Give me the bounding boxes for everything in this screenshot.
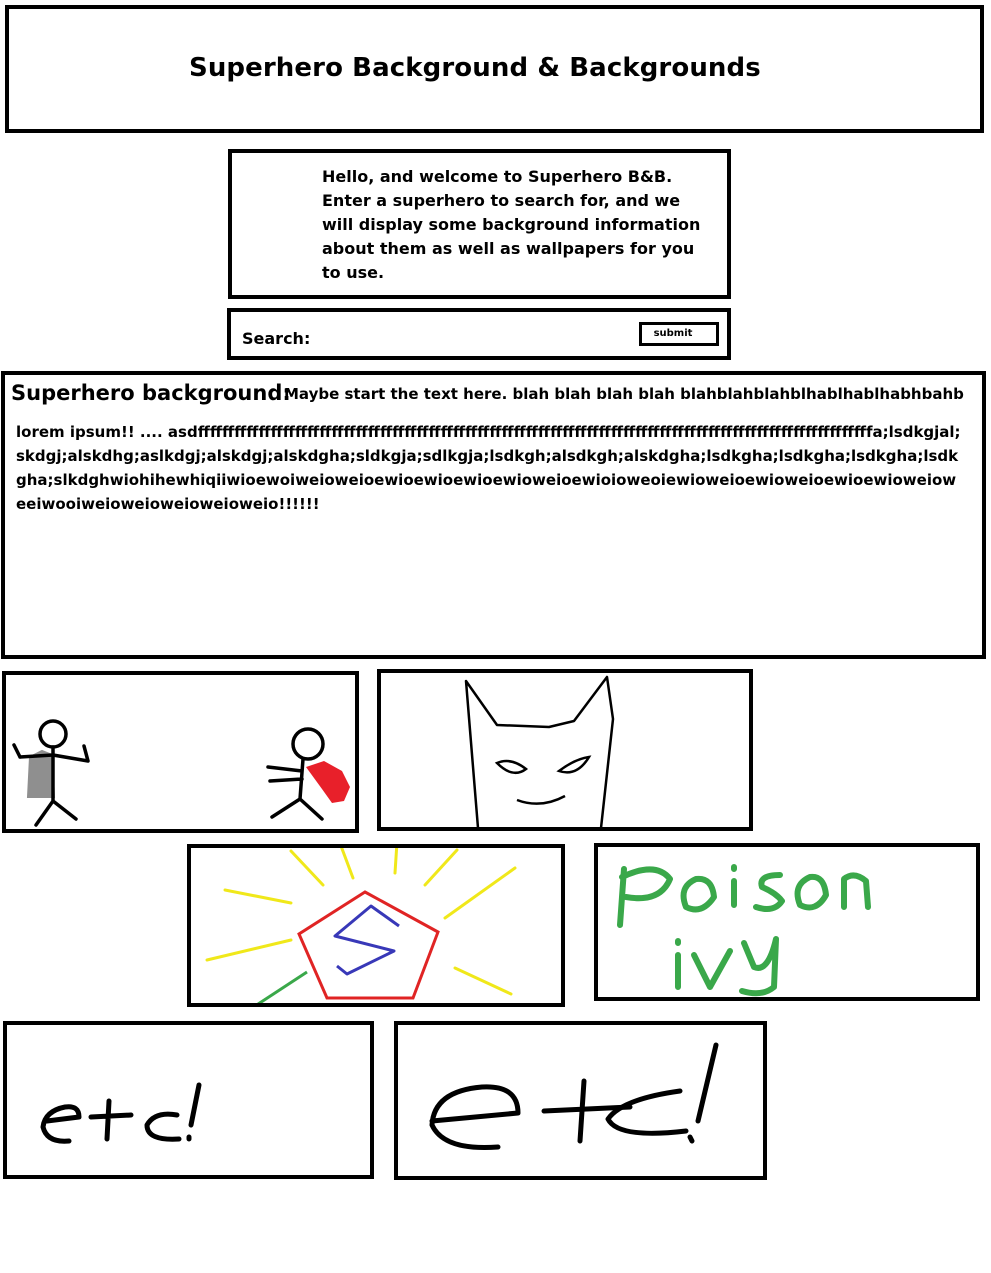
background-heading: Superhero background: bbox=[11, 381, 291, 405]
background-body: lorem ipsum!! .... asdffffffffffffffffff… bbox=[16, 423, 961, 513]
superhero-background-section: Superhero background: Maybe start the te… bbox=[1, 371, 986, 659]
poison-ivy-text-drawing bbox=[617, 864, 871, 997]
etc-drawing bbox=[429, 1042, 719, 1151]
wallpaper-tile-2[interactable] bbox=[377, 669, 753, 831]
stick-figure-heroes-drawing bbox=[12, 719, 350, 827]
search-label: Search: bbox=[242, 329, 311, 348]
wallpaper-tile-1[interactable] bbox=[2, 671, 359, 833]
wallpaper-tile-3[interactable] bbox=[187, 844, 565, 1007]
search-input[interactable] bbox=[311, 322, 635, 350]
wallpaper-tile-5[interactable] bbox=[3, 1021, 374, 1179]
etc-drawing bbox=[40, 1082, 202, 1144]
wallpaper-tile-4[interactable] bbox=[594, 843, 980, 1001]
welcome-box: Hello, and welcome to Superhero B&B. Ent… bbox=[228, 149, 731, 299]
header-box: Superhero Background & Backgrounds bbox=[5, 5, 984, 133]
batman-mask-drawing bbox=[464, 675, 615, 827]
welcome-text: Hello, and welcome to Superhero B&B. Ent… bbox=[322, 167, 701, 282]
superman-logo-drawing bbox=[205, 848, 517, 1003]
wallpaper-tile-6[interactable] bbox=[394, 1021, 767, 1180]
search-bar: Search: submit bbox=[227, 308, 731, 360]
page-title: Superhero Background & Backgrounds bbox=[189, 53, 761, 83]
submit-button[interactable]: submit bbox=[639, 322, 719, 346]
background-intro: Maybe start the text here. blah blah bla… bbox=[284, 385, 964, 403]
